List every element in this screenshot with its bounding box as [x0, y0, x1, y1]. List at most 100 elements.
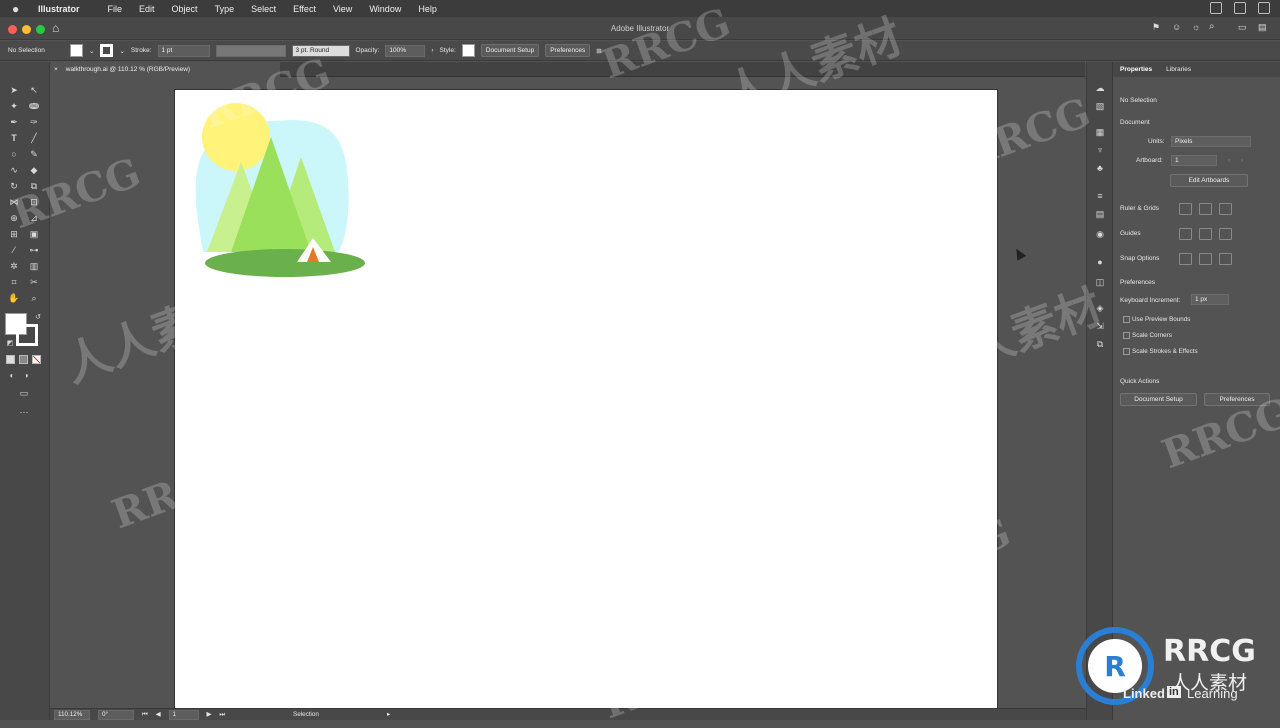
swap-colors-icon[interactable]: ↺	[32, 312, 44, 324]
default-colors-icon[interactable]: ◩	[4, 338, 16, 350]
artboards-panel-icon[interactable]: ⧉	[1094, 338, 1106, 350]
artboard-select[interactable]: 1	[1171, 155, 1217, 166]
chevron-down-icon[interactable]: ⌄	[119, 47, 124, 55]
artboard-tool-icon[interactable]: ⌗	[8, 276, 20, 288]
document-setup-button[interactable]: Document Setup	[480, 44, 540, 57]
app-name[interactable]: Illustrator	[38, 4, 80, 14]
fill-swatch[interactable]	[70, 44, 83, 57]
units-dropdown[interactable]: Pixels	[1171, 136, 1251, 147]
preferences-panel-button[interactable]: Preferences	[1204, 393, 1270, 406]
symbols-icon[interactable]: ♣	[1094, 162, 1106, 174]
arrange-icon[interactable]: ⚑	[1152, 22, 1160, 33]
use-preview-bounds-checkbox[interactable]	[1123, 316, 1130, 323]
chevron-down-icon[interactable]: ⌄	[89, 47, 94, 55]
menu-type[interactable]: Type	[215, 4, 235, 14]
snap-point-icon[interactable]	[1179, 253, 1192, 265]
ellipse-tool-icon[interactable]: ○	[8, 148, 20, 160]
creative-cloud-icon[interactable]	[1210, 2, 1222, 14]
wifi-icon[interactable]	[1258, 2, 1270, 14]
next-artboard-icon[interactable]: ›	[1241, 157, 1243, 164]
scale-tool-icon[interactable]: ⧉	[28, 180, 40, 192]
edit-artboards-button[interactable]: Edit Artboards	[1170, 174, 1248, 187]
stroke-color-icon[interactable]	[16, 324, 38, 346]
search-icon[interactable]: ⌕	[1209, 21, 1215, 32]
draw-behind-icon[interactable]: ◑	[20, 370, 32, 382]
status-menu-icon[interactable]: ▸	[387, 711, 390, 718]
symbol-sprayer-icon[interactable]: ✲	[8, 260, 20, 272]
artboard[interactable]	[174, 89, 998, 711]
graphic-styles-icon[interactable]: ◫	[1094, 276, 1106, 288]
brush-dropdown[interactable]: 3 pt. Round	[291, 44, 350, 57]
kb-increment-input[interactable]: 1 px	[1191, 294, 1229, 305]
draw-normal-icon[interactable]: ◐	[6, 370, 18, 382]
stroke-weight-input[interactable]: 1 pt	[157, 44, 210, 57]
menu-window[interactable]: Window	[369, 4, 401, 14]
menu-effect[interactable]: Effect	[293, 4, 316, 14]
share-icon[interactable]: ☼	[1192, 22, 1200, 32]
style-swatch[interactable]	[461, 44, 475, 57]
width-tool-icon[interactable]: ⋈	[8, 196, 20, 208]
stroke-panel-icon[interactable]: ≡	[1094, 190, 1106, 202]
swatches-icon[interactable]: ▦	[1094, 126, 1106, 138]
variable-width-dropdown[interactable]	[215, 44, 286, 57]
panel-icon[interactable]: ▤	[1258, 22, 1267, 33]
lock-guides-icon[interactable]	[1199, 228, 1212, 240]
transparency-grid-icon[interactable]	[1219, 203, 1232, 215]
cc-libraries-icon[interactable]: ☁	[1094, 82, 1106, 94]
shaper-tool-icon[interactable]: ∿	[8, 164, 20, 176]
tab-properties[interactable]: Properties	[1120, 66, 1152, 73]
grid-icon[interactable]	[1199, 203, 1212, 215]
lasso-tool-icon[interactable]: ↈ	[28, 100, 40, 112]
preferences-button[interactable]: Preferences	[545, 44, 591, 57]
artboard-number[interactable]: 1	[168, 709, 199, 720]
perspective-grid-icon[interactable]: ⊿	[28, 212, 40, 224]
menu-object[interactable]: Object	[172, 4, 198, 14]
slice-tool-icon[interactable]: ✂	[28, 276, 40, 288]
menu-select[interactable]: Select	[251, 4, 276, 14]
stroke-swatch[interactable]	[100, 44, 114, 57]
screen-mode-icon[interactable]: ▭	[18, 387, 30, 399]
menu-file[interactable]: File	[108, 4, 123, 14]
appearance-icon[interactable]: ●	[1094, 256, 1106, 268]
direct-selection-tool-icon[interactable]: ↖	[28, 84, 40, 96]
last-artboard-icon[interactable]: ⏭	[219, 711, 225, 719]
prev-artboard-icon[interactable]: ‹	[1228, 157, 1230, 164]
rotate-tool-icon[interactable]: ↻	[8, 180, 20, 192]
shape-builder-icon[interactable]: ⊕	[8, 212, 20, 224]
blend-tool-icon[interactable]: ⊶	[28, 244, 40, 256]
none-mode-icon[interactable]	[32, 355, 41, 364]
brushes-icon[interactable]: ♆	[1094, 144, 1106, 156]
properties-icon[interactable]: ▧	[1094, 100, 1106, 112]
hand-tool-icon[interactable]: ✋	[8, 292, 20, 304]
pen-tool-icon[interactable]: ✒	[8, 116, 20, 128]
more-tools-icon[interactable]: ⋯	[18, 406, 30, 418]
first-artboard-icon[interactable]: ⏮	[142, 711, 148, 719]
menu-help[interactable]: Help	[418, 4, 437, 14]
comment-icon[interactable]: ☺	[1172, 22, 1181, 32]
graph-tool-icon[interactable]: ▥	[28, 260, 40, 272]
snap-pixel-icon[interactable]	[1199, 253, 1212, 265]
scale-strokes-checkbox[interactable]	[1123, 348, 1130, 355]
transparency-icon[interactable]: ◉	[1094, 228, 1106, 240]
rulers-icon[interactable]	[1179, 203, 1192, 215]
smart-guides-icon[interactable]	[1219, 228, 1232, 240]
rotation-angle[interactable]: 0°	[98, 709, 134, 720]
gradient-panel-icon[interactable]: ▤	[1094, 208, 1106, 220]
battery-icon[interactable]	[1234, 2, 1246, 14]
zoom-tool-icon[interactable]: ⌕	[28, 292, 40, 304]
document-tab[interactable]: × walkthrough.ai @ 110.12 % (RGB/Preview…	[50, 62, 280, 77]
snap-glyph-icon[interactable]	[1219, 253, 1232, 265]
apple-icon[interactable]: ●	[12, 2, 26, 16]
eraser-tool-icon[interactable]: ◆	[28, 164, 40, 176]
layers-icon[interactable]: ◈	[1094, 302, 1106, 314]
selection-tool-icon[interactable]: ➤	[8, 84, 20, 96]
show-guides-icon[interactable]	[1179, 228, 1192, 240]
eyedropper-icon[interactable]: ⁄	[8, 244, 20, 256]
workspace-icon[interactable]: ▭	[1238, 22, 1247, 33]
zoom-level[interactable]: 110.12%	[54, 709, 90, 720]
tab-libraries[interactable]: Libraries	[1166, 66, 1191, 73]
export-icon[interactable]: ⇲	[1094, 320, 1106, 332]
document-setup-panel-button[interactable]: Document Setup	[1120, 393, 1197, 406]
align-icon[interactable]: ⊞	[596, 47, 601, 55]
next-artboard-icon[interactable]: ▶	[207, 711, 212, 718]
